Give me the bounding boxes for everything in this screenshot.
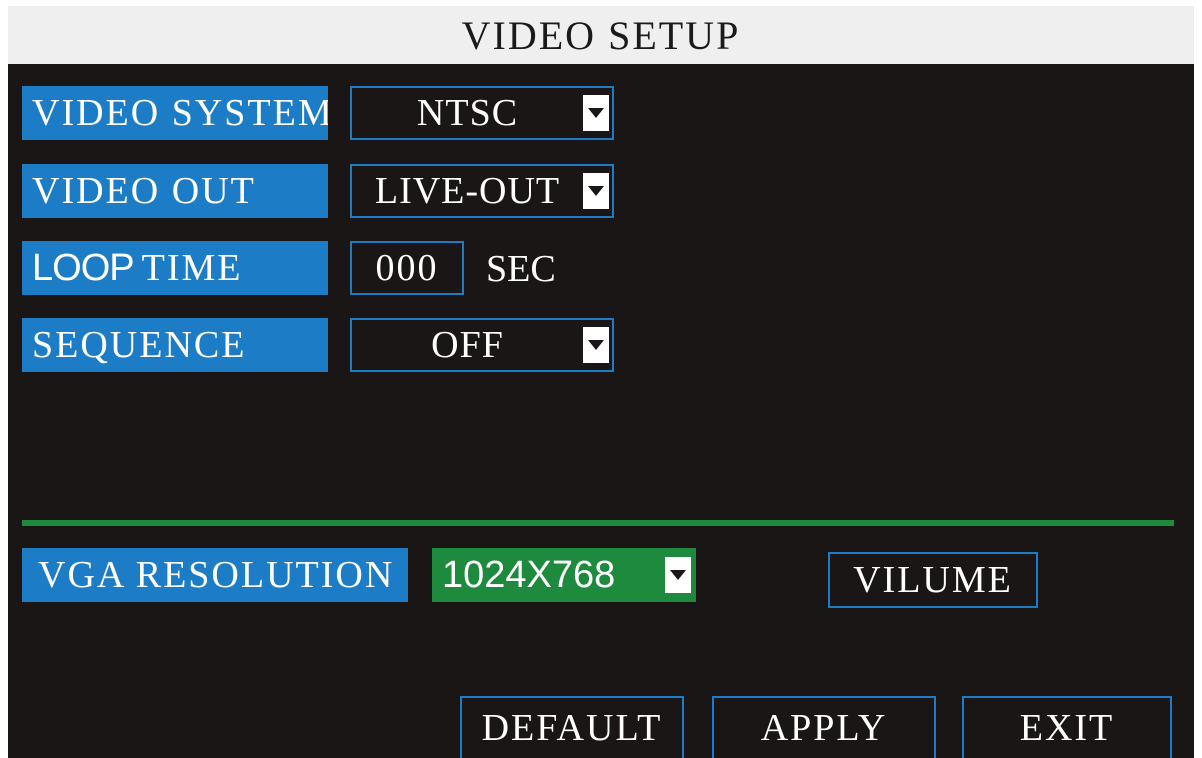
- volume-button[interactable]: VILUME: [828, 552, 1038, 608]
- sequence-dropdown[interactable]: OFF: [350, 318, 614, 372]
- apply-button[interactable]: APPLY: [712, 696, 936, 758]
- video-out-value: LIVE-OUT: [374, 170, 561, 212]
- section-divider: [22, 520, 1174, 526]
- vga-resolution-dropdown[interactable]: 1024X768: [432, 548, 696, 602]
- video-system-dropdown[interactable]: NTSC: [350, 86, 614, 140]
- chevron-down-icon[interactable]: [665, 557, 691, 593]
- settings-panel: VIDEO SYSTEM NTSC VIDEO OUT LIVE-OUT LOO…: [8, 64, 1194, 758]
- vga-resolution-value: 1024X768: [442, 553, 616, 596]
- chevron-down-icon[interactable]: [583, 173, 609, 209]
- loop-time-unit: SEC: [486, 248, 556, 290]
- vga-resolution-label: VGA RESOLUTION: [22, 548, 408, 602]
- default-button[interactable]: DEFAULT: [460, 696, 684, 758]
- video-out-label: VIDEO OUT: [22, 164, 328, 218]
- sequence-label: SEQUENCE: [22, 318, 328, 372]
- loop-time-label-part2: TIME: [141, 247, 243, 289]
- exit-button[interactable]: EXIT: [962, 696, 1172, 758]
- video-system-value: NTSC: [416, 92, 519, 134]
- chevron-down-icon[interactable]: [583, 95, 609, 131]
- loop-time-label-part1: LOOP: [32, 247, 135, 289]
- page-title: VIDEO SETUP: [8, 6, 1194, 64]
- sequence-value: OFF: [431, 324, 504, 366]
- chevron-down-icon[interactable]: [583, 327, 609, 363]
- video-system-label: VIDEO SYSTEM: [22, 86, 328, 140]
- loop-time-label: LOOP TIME: [22, 241, 328, 295]
- video-out-dropdown[interactable]: LIVE-OUT: [350, 164, 614, 218]
- loop-time-input[interactable]: 000: [350, 241, 464, 295]
- video-setup-screen: VIDEO SETUP VIDEO SYSTEM NTSC VIDEO OUT …: [0, 0, 1202, 758]
